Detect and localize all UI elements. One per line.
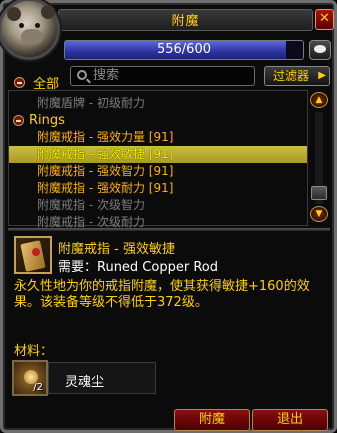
- scroll-up-button[interactable]: ▲: [310, 92, 328, 108]
- recipe-label: Rings: [29, 113, 65, 128]
- close-button[interactable]: ✕: [315, 9, 334, 30]
- skill-rank-bar: 556/600: [64, 40, 304, 60]
- recipe-requires: 需要：Runed Copper Rod: [58, 260, 218, 275]
- filter-button-label: 过滤器: [273, 69, 310, 83]
- exit-button[interactable]: 退出: [252, 409, 328, 431]
- collapse-icon: [14, 77, 25, 88]
- reagent-name-box: 灵魂尘: [48, 362, 156, 394]
- search-placeholder: 搜索: [93, 68, 120, 83]
- recipe-list: 附魔盾牌 - 初级耐力 Rings 附魔戒指 - 强效力量 [91] 附魔戒指 - 强…: [8, 90, 308, 229]
- collapse-all-toggle[interactable]: 全部: [14, 72, 59, 92]
- recipe-label: 附魔戒指 - 强效耐力 [91]: [37, 181, 174, 195]
- reagent-name: 灵魂尘: [65, 375, 105, 390]
- recipe-name: 附魔戒指 - 强效敏捷: [58, 242, 175, 257]
- title-bar: 附魔: [58, 9, 313, 31]
- recipe-row[interactable]: 附魔戒指 - 强效敏捷 [91]: [9, 146, 307, 163]
- recipe-label: 附魔盾牌 - 初级耐力: [37, 96, 145, 110]
- soul-dust-icon: /2: [12, 360, 48, 396]
- recipe-row[interactable]: 附魔戒指 - 次级智力: [9, 197, 307, 214]
- reagent-count: /2: [33, 382, 43, 393]
- skill-rank-text: 556/600: [156, 42, 211, 57]
- search-icon: [77, 70, 87, 80]
- chat-bubble-icon: [314, 45, 326, 53]
- recipe-label: 附魔戒指 - 次级智力: [37, 198, 145, 212]
- recipe-scrollbar[interactable]: ▲ ▼: [309, 92, 329, 222]
- recipe-category-header[interactable]: Rings: [9, 112, 307, 129]
- collapse-icon[interactable]: [13, 115, 24, 126]
- window-title: 附魔: [171, 14, 200, 29]
- action-buttons: 附魔 退出: [0, 409, 337, 431]
- scroll-thumb[interactable]: [311, 186, 327, 200]
- recipe-row[interactable]: 附魔盾牌 - 初级耐力: [9, 95, 307, 112]
- create-button[interactable]: 附魔: [174, 409, 250, 431]
- chevron-right-icon: ▶: [318, 70, 326, 81]
- section-divider: [8, 228, 330, 231]
- reagent-item[interactable]: /2 灵魂尘: [12, 360, 162, 398]
- recipe-row[interactable]: 附魔戒指 - 强效智力 [91]: [9, 163, 307, 180]
- recipe-label: 附魔戒指 - 强效智力 [91]: [37, 164, 174, 178]
- filter-button[interactable]: 过滤器 ▶: [264, 66, 330, 86]
- recipe-icon[interactable]: [14, 236, 52, 274]
- recipe-row[interactable]: 附魔戒指 - 强效力量 [91]: [9, 129, 307, 146]
- close-icon: ✕: [319, 11, 330, 26]
- reagents-label: 材料：: [14, 344, 54, 359]
- scroll-icon: [20, 240, 46, 272]
- link-to-chat-button[interactable]: [309, 40, 331, 60]
- recipe-label: 附魔戒指 - 强效敏捷 [91]: [37, 147, 174, 161]
- recipe-description: 永久性地为你的戒指附魔，使其获得敏捷+160的效果。该装备等级不得低于372级。: [14, 279, 310, 310]
- scroll-down-button[interactable]: ▼: [310, 206, 328, 222]
- recipe-row[interactable]: 附魔戒指 - 强效耐力 [91]: [9, 180, 307, 197]
- recipe-label: 附魔戒指 - 强效力量 [91]: [37, 130, 174, 144]
- search-input[interactable]: 搜索: [70, 66, 255, 86]
